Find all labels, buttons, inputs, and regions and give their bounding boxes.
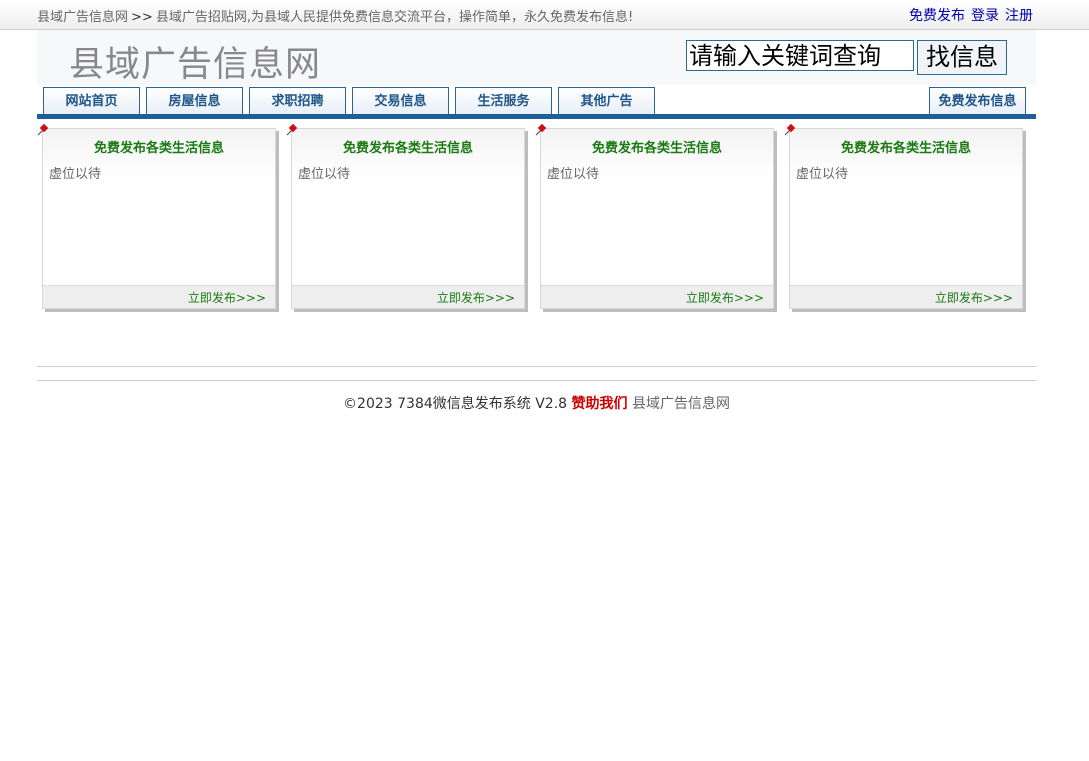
- pushpin-icon: [784, 124, 796, 136]
- main-nav: 网站首页 房屋信息 求职招聘 交易信息 生活服务 其他广告 免费发布信息: [37, 86, 1036, 120]
- register-link[interactable]: 注册: [1005, 8, 1033, 24]
- post-now-link[interactable]: 立即发布>>>: [686, 289, 764, 306]
- card-body: 虚位以待: [49, 167, 102, 182]
- card-title: 免费发布各类生活信息: [93, 141, 224, 156]
- post-info-button[interactable]: 免费发布信息: [929, 87, 1026, 115]
- nav-tab-other[interactable]: 其他广告: [558, 87, 655, 115]
- card-title: 免费发布各类生活信息: [342, 141, 473, 156]
- breadcrumb-site-link[interactable]: 县域广告信息网: [37, 10, 128, 25]
- login-link[interactable]: 登录: [971, 8, 999, 24]
- card-title: 免费发布各类生活信息: [591, 141, 722, 156]
- nav-tab-home[interactable]: 网站首页: [43, 87, 140, 115]
- footer-site-link[interactable]: 县域广告信息网: [632, 396, 730, 412]
- copyright-text: ©2023 7384微信息发布系统 V2.8: [343, 396, 568, 412]
- divider: [37, 366, 1036, 367]
- sponsor-link[interactable]: 赞助我们: [572, 396, 628, 412]
- breadcrumb: 县域广告信息网 >> 县域广告招贴网,为县域人民提供免费信息交流平台，操作简单，永久…: [37, 6, 633, 25]
- search-input[interactable]: 请输入关键词查询: [686, 40, 914, 71]
- post-now-link[interactable]: 立即发布>>>: [188, 289, 266, 306]
- top-bar: 县域广告信息网 >> 县域广告招贴网,为县域人民提供免费信息交流平台，操作简单，永久…: [0, 0, 1089, 30]
- nav-tab-housing[interactable]: 房屋信息: [146, 87, 243, 115]
- card-body: 虚位以待: [547, 167, 600, 182]
- card-body: 虚位以待: [298, 167, 351, 182]
- breadcrumb-separator: >>: [131, 10, 153, 25]
- card-footer: 立即发布>>>: [541, 285, 773, 308]
- free-post-link[interactable]: 免费发布: [909, 8, 965, 24]
- card-body: 虚位以待: [796, 167, 849, 182]
- card-footer: 立即发布>>>: [43, 285, 275, 308]
- search-button[interactable]: 找信息: [917, 40, 1007, 75]
- nav-underline: [37, 114, 1036, 119]
- ad-card: 免费发布各类生活信息 虚位以待 立即发布>>>: [784, 124, 1023, 309]
- post-now-link[interactable]: 立即发布>>>: [935, 289, 1013, 306]
- ad-card: 免费发布各类生活信息 虚位以待 立即发布>>>: [37, 124, 276, 309]
- site-logo[interactable]: 县域广告信息网: [69, 36, 321, 87]
- nav-tab-trade[interactable]: 交易信息: [352, 87, 449, 115]
- card-footer: 立即发布>>>: [790, 285, 1022, 308]
- ad-card: 免费发布各类生活信息 虚位以待 立即发布>>>: [286, 124, 525, 309]
- site-tagline: 县域广告招贴网,为县域人民提供免费信息交流平台，操作简单，永久免费发布信息!: [155, 10, 634, 25]
- footer: ©2023 7384微信息发布系统 V2.8 赞助我们 县域广告信息网: [37, 393, 1036, 413]
- divider: [37, 380, 1036, 381]
- header: 县域广告信息网 请输入关键词查询 找信息: [37, 30, 1036, 85]
- pushpin-icon: [37, 124, 49, 136]
- top-links: 免费发布 登录 注册: [903, 5, 1033, 25]
- post-now-link[interactable]: 立即发布>>>: [437, 289, 515, 306]
- card-title: 免费发布各类生活信息: [840, 141, 971, 156]
- pushpin-icon: [286, 124, 298, 136]
- nav-tab-services[interactable]: 生活服务: [455, 87, 552, 115]
- ad-card: 免费发布各类生活信息 虚位以待 立即发布>>>: [535, 124, 774, 309]
- pushpin-icon: [535, 124, 547, 136]
- nav-tab-jobs[interactable]: 求职招聘: [249, 87, 346, 115]
- card-footer: 立即发布>>>: [292, 285, 524, 308]
